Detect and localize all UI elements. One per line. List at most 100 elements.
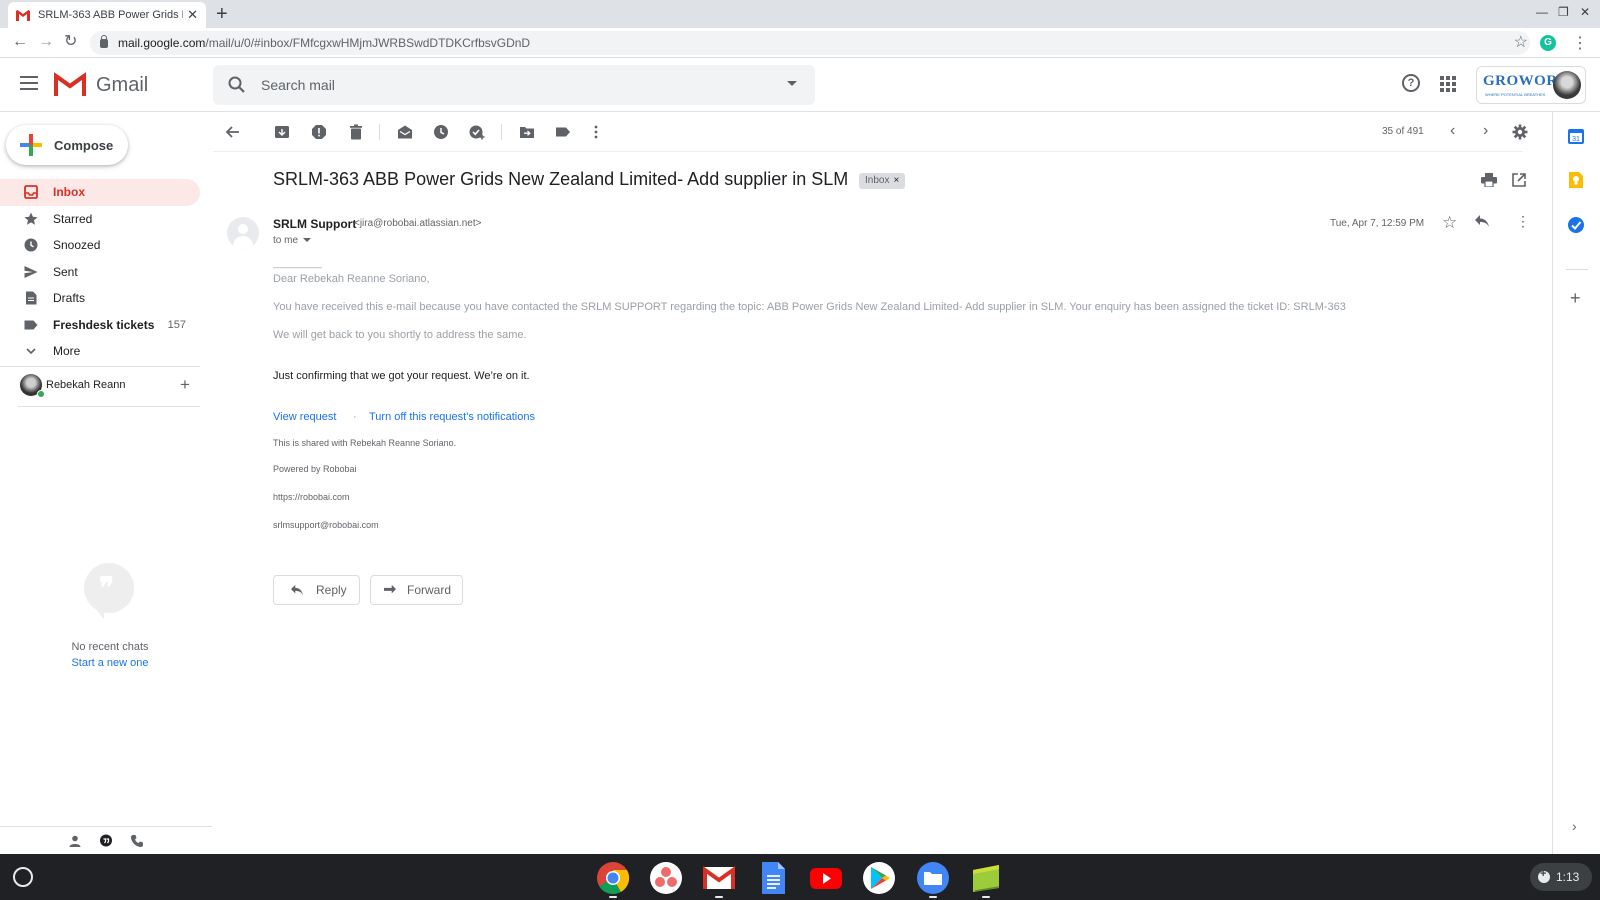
google-apps-icon[interactable] (1440, 76, 1456, 92)
window-close-icon[interactable]: ✕ (1580, 5, 1590, 19)
gmail-favicon-icon (16, 9, 30, 21)
get-addons-plus-icon[interactable]: + (1570, 288, 1581, 309)
email-paragraph: You have received this e-mail because yo… (273, 301, 1346, 313)
browser-tabstrip: SRLM-363 ABB Power Grids New ✕ + — ❐ ✕ (0, 0, 1600, 28)
snooze-icon[interactable] (433, 124, 449, 140)
sidebar-item-freshdesk-tickets[interactable]: Freshdesk tickets 157 (0, 312, 200, 339)
labels-icon[interactable] (555, 124, 571, 140)
new-tab-button[interactable]: + (216, 3, 228, 25)
view-request-link[interactable]: View request (273, 411, 336, 423)
running-indicator (929, 896, 937, 898)
reply-label: Reply (316, 583, 347, 597)
sidebar-item-inbox[interactable]: Inbox (0, 179, 200, 206)
grammarly-extension-icon[interactable]: G (1540, 35, 1556, 51)
bookmark-star-icon[interactable]: ☆ (1514, 32, 1528, 52)
chevron-down-icon (26, 348, 36, 355)
chrome-app-icon[interactable] (596, 861, 630, 895)
url-path: /mail/u/0/#inbox/FMfcgxwHMjmJWRBSwdDTDKC… (205, 36, 531, 50)
account-avatar[interactable] (1553, 71, 1581, 99)
system-tray[interactable]: 1:13 (1530, 863, 1592, 891)
brand-tagline: WHERE POTENTIAL BREATHES (1485, 92, 1546, 97)
gmail-app-icon[interactable] (702, 861, 736, 895)
add-to-tasks-icon[interactable] (469, 124, 485, 140)
contacts-person-icon[interactable] (68, 834, 82, 848)
toolbar-separator (379, 124, 380, 140)
launcher-icon[interactable] (13, 867, 33, 887)
message-more-icon[interactable]: ⋮ (1516, 214, 1530, 228)
sidebar-item-sent[interactable]: Sent (0, 259, 200, 286)
link-separator-dot: · (353, 411, 357, 423)
back-icon[interactable]: ← (12, 33, 28, 51)
reload-icon[interactable]: ↻ (64, 33, 77, 51)
back-to-inbox-icon[interactable] (225, 124, 241, 140)
mark-unread-icon[interactable] (397, 124, 413, 140)
recipient-details[interactable]: to me (273, 235, 312, 246)
newer-chevron-left-icon[interactable]: ‹ (1450, 123, 1455, 139)
search-input[interactable] (261, 73, 761, 97)
notes-app-icon[interactable] (969, 861, 1003, 895)
tasks-icon[interactable] (1567, 216, 1585, 234)
help-icon[interactable]: ? (1402, 74, 1420, 92)
youtube-app-icon[interactable] (809, 861, 843, 895)
turn-off-notifications-link[interactable]: Turn off this request's notifications (369, 411, 535, 423)
sidebar-item-drafts[interactable]: Drafts (0, 285, 200, 312)
sidebar-item-snoozed[interactable]: Snoozed (0, 232, 200, 259)
message-date: Tue, Apr 7, 12:59 PM (1330, 218, 1425, 229)
report-spam-icon[interactable] (311, 124, 327, 140)
browser-menu-icon[interactable]: ⋮ (1572, 33, 1588, 53)
sidebar-item-more[interactable]: More (0, 338, 200, 365)
browser-tab[interactable]: SRLM-363 ABB Power Grids New ✕ (8, 2, 206, 28)
main-menu-icon[interactable] (20, 76, 38, 90)
account-switcher[interactable]: GROWORX WHERE POTENTIAL BREATHES (1476, 66, 1586, 104)
sidebar-item-label: Drafts (53, 291, 86, 306)
tab-close-icon[interactable]: ✕ (187, 7, 198, 23)
calendar-icon[interactable]: 31 (1567, 127, 1585, 145)
reply-icon[interactable] (1474, 214, 1490, 228)
hangouts-chat-icon[interactable] (99, 834, 113, 848)
inbox-label-chip[interactable]: Inbox × (859, 173, 906, 189)
shared-with-text: This is shared with Rebekah Reanne Soria… (273, 438, 457, 448)
draft-icon (26, 291, 37, 305)
sidebar-item-starred[interactable]: Starred (0, 206, 200, 233)
more-options-icon[interactable] (588, 124, 604, 140)
docs-app-icon[interactable] (756, 861, 790, 895)
sender-name[interactable]: SRLM Support (273, 217, 356, 231)
older-chevron-right-icon[interactable]: › (1483, 123, 1488, 139)
play-store-app-icon[interactable] (862, 861, 896, 895)
start-new-chat-link[interactable]: Start a new one (0, 657, 220, 669)
forward-icon[interactable]: → (38, 33, 54, 51)
clock-icon (24, 238, 38, 252)
forward-arrow-icon (384, 584, 396, 594)
remove-label-icon[interactable]: × (893, 175, 899, 186)
hangouts-user-row[interactable]: Rebekah Reann + (18, 374, 198, 398)
search-icon[interactable] (227, 75, 247, 95)
side-panel: 31 + › (1552, 112, 1600, 854)
open-in-new-window-icon[interactable] (1512, 173, 1526, 187)
minimize-icon[interactable]: — (1536, 5, 1548, 19)
settings-gear-icon[interactable] (1512, 124, 1528, 140)
powered-by-text: Powered by Robobai (273, 464, 357, 474)
compose-button[interactable]: Compose (6, 125, 128, 165)
show-side-panel-chevron-icon[interactable]: › (1572, 818, 1577, 834)
show-details-icon[interactable] (303, 238, 312, 243)
address-bar[interactable]: mail.google.com /mail/u/0/#inbox/FMfcgxw… (90, 31, 1530, 55)
files-app-icon[interactable] (916, 861, 950, 895)
os-shelf: 1:13 (0, 854, 1600, 900)
reply-button[interactable]: Reply (273, 575, 360, 605)
print-all-icon[interactable] (1481, 173, 1497, 187)
gmail-logo-icon[interactable] (54, 72, 86, 96)
keep-icon[interactable] (1567, 171, 1585, 189)
archive-icon[interactable] (274, 124, 290, 140)
restore-icon[interactable]: ❐ (1558, 5, 1569, 19)
phone-icon[interactable] (130, 834, 144, 848)
gmail-wordmark[interactable]: Gmail (96, 74, 148, 97)
sidebar-item-label: Starred (53, 211, 93, 226)
sidebar-nav: Inbox Starred Snoozed Sent Drafts Freshd… (0, 179, 200, 365)
delete-icon[interactable] (348, 124, 364, 140)
asana-app-icon[interactable] (649, 861, 683, 895)
search-options-icon[interactable] (787, 81, 797, 86)
move-to-icon[interactable] (519, 124, 535, 140)
forward-button[interactable]: Forward (370, 575, 463, 605)
star-message-icon[interactable]: ☆ (1442, 213, 1457, 233)
new-chat-plus-icon[interactable]: + (180, 375, 190, 395)
